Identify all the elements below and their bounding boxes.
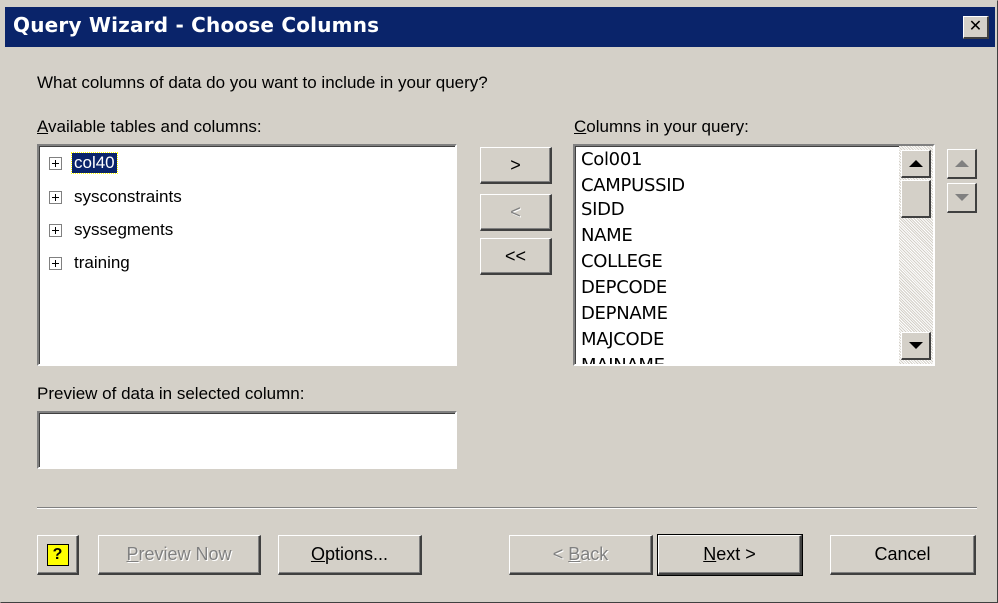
- add-column-label: >: [510, 154, 521, 175]
- cancel-label: Cancel: [874, 544, 931, 564]
- list-item[interactable]: MAJCODE: [581, 327, 664, 353]
- window-title: Query Wizard - Choose Columns: [13, 13, 380, 37]
- list-item[interactable]: Col001: [581, 147, 642, 173]
- query-mnemonic: C: [574, 117, 587, 136]
- list-item[interactable]: DEPNAME: [581, 301, 668, 327]
- prompt-text: What columns of data do you want to incl…: [37, 73, 488, 92]
- next-label: ext >: [716, 544, 756, 564]
- scroll-thumb[interactable]: [901, 180, 931, 218]
- list-item[interactable]: COLLEGE: [581, 249, 663, 275]
- separator: [37, 507, 977, 509]
- preview-label: Preview of data in selected column:: [37, 384, 305, 403]
- cancel-button[interactable]: Cancel: [830, 535, 976, 575]
- list-item[interactable]: NAME: [581, 223, 633, 249]
- expand-icon[interactable]: [49, 223, 62, 237]
- back-mnemonic: B: [568, 544, 581, 564]
- arrow-up-icon: [908, 160, 923, 167]
- options-button[interactable]: Options...: [278, 535, 422, 575]
- list-item[interactable]: MAJNAME: [581, 353, 665, 364]
- preview-now-button[interactable]: Preview Now: [98, 535, 261, 575]
- available-label-rest: vailable tables and columns:: [48, 117, 262, 136]
- help-icon: ?: [46, 543, 69, 566]
- expand-icon[interactable]: [49, 190, 62, 204]
- next-mnemonic: N: [703, 544, 717, 564]
- available-columns-label: Available tables and columns:: [37, 117, 262, 137]
- expand-icon[interactable]: [49, 156, 62, 170]
- tree-item-training[interactable]: training: [49, 252, 132, 274]
- tree-item-sysconstraints[interactable]: sysconstraints: [49, 186, 184, 208]
- vertical-scrollbar[interactable]: [899, 146, 933, 364]
- tree-item-col40[interactable]: col40: [49, 152, 118, 174]
- preview-now-mnemonic: P: [126, 544, 139, 564]
- tree-item-label: training: [74, 253, 130, 272]
- query-label-rest: olumns in your query:: [586, 117, 749, 136]
- back-label: ack: [580, 544, 609, 564]
- tree-item-label: col40: [71, 152, 118, 174]
- add-column-button[interactable]: >: [480, 147, 552, 184]
- available-mnemonic: A: [37, 117, 49, 136]
- back-prefix: <: [552, 544, 569, 564]
- arrow-down-icon: [908, 342, 923, 349]
- move-up-button[interactable]: [947, 149, 977, 179]
- help-button[interactable]: ?: [37, 535, 79, 575]
- remove-column-button[interactable]: <: [480, 194, 552, 231]
- arrow-down-icon: [954, 194, 969, 201]
- preview-field[interactable]: [37, 411, 457, 469]
- list-item[interactable]: CAMPUSSID: [581, 173, 685, 199]
- close-button[interactable]: ✕: [963, 16, 989, 39]
- scroll-up-button[interactable]: [901, 150, 931, 178]
- expand-icon[interactable]: [49, 256, 62, 270]
- scroll-down-button[interactable]: [901, 332, 931, 360]
- query-columns-label: Columns in your query:: [574, 117, 749, 137]
- list-item[interactable]: SIDD: [581, 197, 625, 223]
- tree-item-syssegments[interactable]: syssegments: [49, 219, 175, 241]
- query-wizard-dialog: Query Wizard - Choose Columns ✕ What col…: [0, 0, 998, 603]
- arrow-up-icon: [954, 160, 969, 167]
- tree-item-label: syssegments: [74, 220, 174, 239]
- move-down-button[interactable]: [947, 183, 977, 213]
- remove-column-label: <: [510, 201, 521, 222]
- list-item[interactable]: DEPCODE: [581, 275, 667, 301]
- options-label: ptions...: [324, 544, 389, 564]
- back-button[interactable]: < Back: [509, 535, 653, 575]
- available-tables-tree[interactable]: col40 sysconstraints syssegments trainin…: [37, 144, 457, 366]
- preview-now-label: review Now: [138, 544, 232, 564]
- close-icon: ✕: [968, 18, 983, 35]
- remove-all-columns-button[interactable]: <<: [480, 238, 552, 275]
- query-columns-list[interactable]: Col001 CAMPUSSID SIDD NAME COLLEGE DEPCO…: [573, 144, 935, 366]
- title-bar[interactable]: Query Wizard - Choose Columns ✕: [5, 7, 995, 47]
- remove-all-columns-label: <<: [504, 245, 527, 266]
- options-mnemonic: O: [310, 544, 325, 564]
- tree-item-label: sysconstraints: [74, 187, 182, 206]
- next-button[interactable]: Next >: [657, 534, 803, 576]
